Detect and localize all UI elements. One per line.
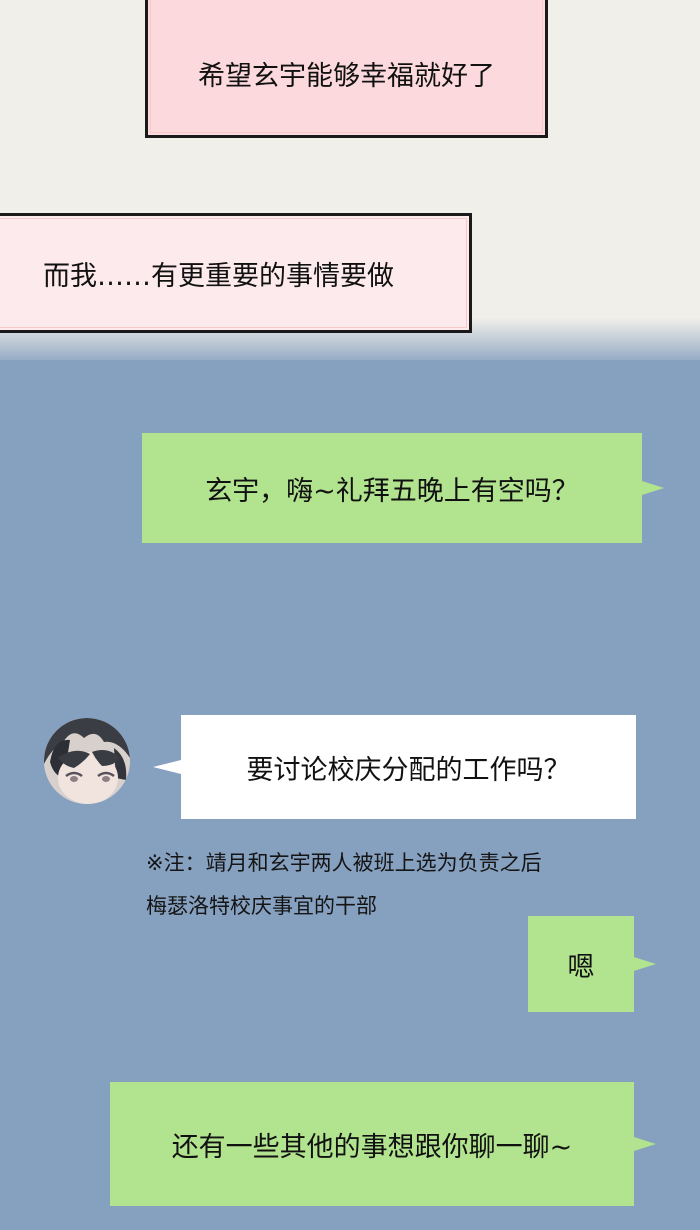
avatar-portrait-icon <box>44 718 130 804</box>
sent-message-bubble: 还有一些其他的事想跟你聊一聊~ <box>110 1082 656 1206</box>
message-text: 要讨论校庆分配的工作吗？ <box>246 754 571 786</box>
received-message-bubble: 要讨论校庆分配的工作吗？ <box>153 715 636 819</box>
avatar[interactable] <box>44 718 130 804</box>
narration-box-top: 希望玄宇能够幸福就好了 <box>145 0 548 138</box>
narration-text-2: 而我……有更重要的事情要做 <box>43 260 394 292</box>
sent-message-bubble: 玄宇，嗨~礼拜五晚上有空吗？ <box>142 433 664 543</box>
message-text: 玄宇，嗨~礼拜五晚上有空吗？ <box>205 475 579 507</box>
narration-box-bottom: 而我……有更重要的事情要做 <box>0 213 472 333</box>
sent-message-bubble: 嗯 <box>528 916 656 1012</box>
annotation-line-1: ※注：靖月和玄宇两人被班上选为负责之后 <box>146 851 542 875</box>
message-text: 还有一些其他的事想跟你聊一聊~ <box>171 1131 573 1163</box>
annotation-line-2: 梅瑟洛特校庆事宜的干部 <box>146 894 377 918</box>
annotation-note: ※注：靖月和玄宇两人被班上选为负责之后 梅瑟洛特校庆事宜的干部 <box>146 842 542 928</box>
narration-text-1: 希望玄宇能够幸福就好了 <box>198 60 495 92</box>
message-text: 嗯 <box>567 951 595 983</box>
